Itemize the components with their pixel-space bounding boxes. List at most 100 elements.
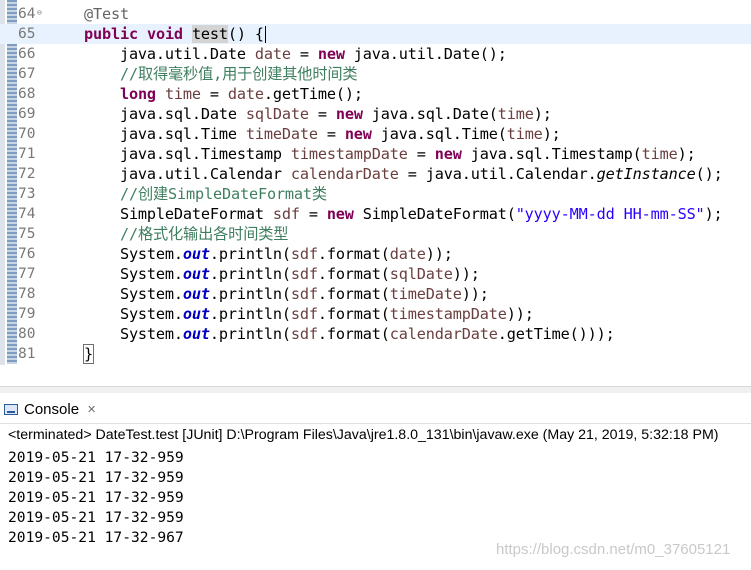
- line-number: 70: [18, 126, 36, 142]
- code-text: System.out.println(sdf.format(calendarDa…: [48, 324, 615, 344]
- code-token: .println(: [209, 325, 291, 343]
- code-text: //取得毫秒值,用于创建其他时间类: [48, 64, 358, 84]
- code-token: //创建SimpleDateFormat类: [119, 185, 327, 203]
- code-token: sdf: [290, 325, 318, 343]
- console-view: Console ✕ <terminated> DateTest.test [JU…: [0, 393, 751, 570]
- code-line[interactable]: 69 java.sql.Date sqlDate = new java.sql.…: [0, 104, 751, 124]
- code-token: );: [542, 125, 561, 143]
- code-token: timestampDate: [389, 305, 507, 323]
- code-token: date: [389, 245, 426, 263]
- code-token: .format(: [317, 305, 390, 323]
- code-token: "yyyy-MM-dd HH-mm-SS": [515, 205, 705, 223]
- code-line[interactable]: 80 System.out.println(sdf.format(calenda…: [0, 324, 751, 344]
- code-token: java.sql.Timestamp(: [461, 145, 642, 163]
- code-text: java.sql.Time timeDate = new java.sql.Ti…: [48, 124, 561, 144]
- code-token: long: [119, 85, 156, 103]
- code-line[interactable]: 71 java.sql.Timestamp timestampDate = ne…: [0, 144, 751, 164]
- code-token: .format(: [317, 245, 390, 263]
- code-token: calendarDate: [389, 325, 498, 343]
- tab-console[interactable]: Console ✕: [4, 396, 96, 422]
- code-token: java.sql.Timestamp: [48, 145, 291, 163]
- code-editor[interactable]: 64 ⊖ @Test 65 public void test() {66 java.…: [0, 0, 751, 365]
- code-line[interactable]: 74 SimpleDateFormat sdf = new SimpleDate…: [0, 204, 751, 224]
- code-token: out: [182, 245, 210, 263]
- line-number: 77: [18, 266, 36, 282]
- code-line[interactable]: 64 ⊖ @Test: [0, 4, 751, 24]
- code-token: timeDate: [245, 125, 318, 143]
- line-number: 73: [18, 186, 36, 202]
- text-caret: [264, 26, 266, 43]
- code-line[interactable]: 65 public void test() {: [0, 24, 751, 44]
- code-token: System.: [48, 285, 183, 303]
- code-line[interactable]: 70 java.sql.Time timeDate = new java.sql…: [0, 124, 751, 144]
- code-text: java.util.Date date = new java.util.Date…: [48, 44, 507, 64]
- code-token: .println(: [209, 305, 291, 323]
- code-token: time: [497, 105, 534, 123]
- code-token: .format(: [317, 285, 390, 303]
- code-line[interactable]: 76 System.out.println(sdf.format(date));: [0, 244, 751, 264]
- code-line[interactable]: 66 java.util.Date date = new java.util.D…: [0, 44, 751, 64]
- close-icon[interactable]: ✕: [87, 403, 96, 416]
- code-token: java.util.Date();: [344, 45, 507, 63]
- code-line[interactable]: 79 System.out.println(sdf.format(timesta…: [0, 304, 751, 324]
- code-token: ();: [695, 165, 723, 183]
- code-token: =: [407, 145, 435, 163]
- console-output-line: 2019-05-21 17-32-967: [8, 529, 184, 546]
- code-text: }: [48, 344, 94, 364]
- code-line[interactable]: 75 //格式化输出各时间类型: [0, 224, 751, 244]
- code-token: () {: [227, 25, 264, 43]
- fold-icon[interactable]: ⊖: [37, 9, 43, 17]
- code-token: time: [164, 85, 201, 103]
- code-line[interactable]: 78 System.out.println(sdf.format(timeDat…: [0, 284, 751, 304]
- code-text: SimpleDateFormat sdf = new SimpleDateFor…: [48, 204, 723, 224]
- code-text: System.out.println(sdf.format(date));: [48, 244, 453, 264]
- line-number: 76: [18, 246, 36, 262]
- code-line[interactable]: 67 //取得毫秒值,用于创建其他时间类: [0, 64, 751, 84]
- code-token: sdf: [272, 205, 300, 223]
- line-number: 69: [18, 106, 36, 122]
- code-line[interactable]: 81 }: [0, 344, 751, 364]
- code-token: new: [317, 45, 345, 63]
- console-status-line: <terminated> DateTest.test [JUnit] D:\Pr…: [8, 427, 719, 443]
- code-line[interactable]: 68 long time = date.getTime();: [0, 84, 751, 104]
- code-token: @Test: [83, 5, 129, 23]
- code-text: System.out.println(sdf.format(sqlDate));: [48, 264, 480, 284]
- code-line[interactable]: 73 //创建SimpleDateFormat类: [0, 184, 751, 204]
- console-tab-bar: Console ✕: [0, 393, 751, 424]
- code-token: .format(: [317, 325, 390, 343]
- line-number: 78: [18, 286, 36, 302]
- code-token: out: [182, 285, 210, 303]
- code-token: .println(: [209, 265, 291, 283]
- watermark: https://blog.csdn.net/m0_37605121: [496, 541, 731, 558]
- code-line[interactable]: 72 java.util.Calendar calendarDate = jav…: [0, 164, 751, 184]
- code-token: new: [344, 125, 372, 143]
- code-token: time: [506, 125, 543, 143]
- pane-divider[interactable]: [0, 386, 751, 393]
- code-token: ));: [452, 265, 480, 283]
- code-line[interactable]: 77 System.out.println(sdf.format(sqlDate…: [0, 264, 751, 284]
- code-token: java.sql.Time: [48, 125, 246, 143]
- code-token: .getTime();: [263, 85, 363, 103]
- code-token: java.util.Date: [48, 45, 255, 63]
- code-token: .println(: [209, 285, 291, 303]
- code-token: time: [641, 145, 678, 163]
- code-token: SimpleDateFormat(: [353, 205, 516, 223]
- code-token: =: [290, 45, 318, 63]
- line-number: 71: [18, 146, 36, 162]
- code-token: sdf: [290, 285, 318, 303]
- code-token: sdf: [290, 245, 318, 263]
- console-output-line: 2019-05-21 17-32-959: [8, 449, 184, 466]
- code-text: //创建SimpleDateFormat类: [48, 184, 327, 204]
- code-token: =: [308, 105, 336, 123]
- code-text: java.util.Calendar calendarDate = java.u…: [48, 164, 723, 184]
- code-token: ));: [461, 285, 489, 303]
- code-token: date: [254, 45, 291, 63]
- code-token: //取得毫秒值,用于创建其他时间类: [119, 65, 358, 83]
- code-token: .println(: [209, 245, 291, 263]
